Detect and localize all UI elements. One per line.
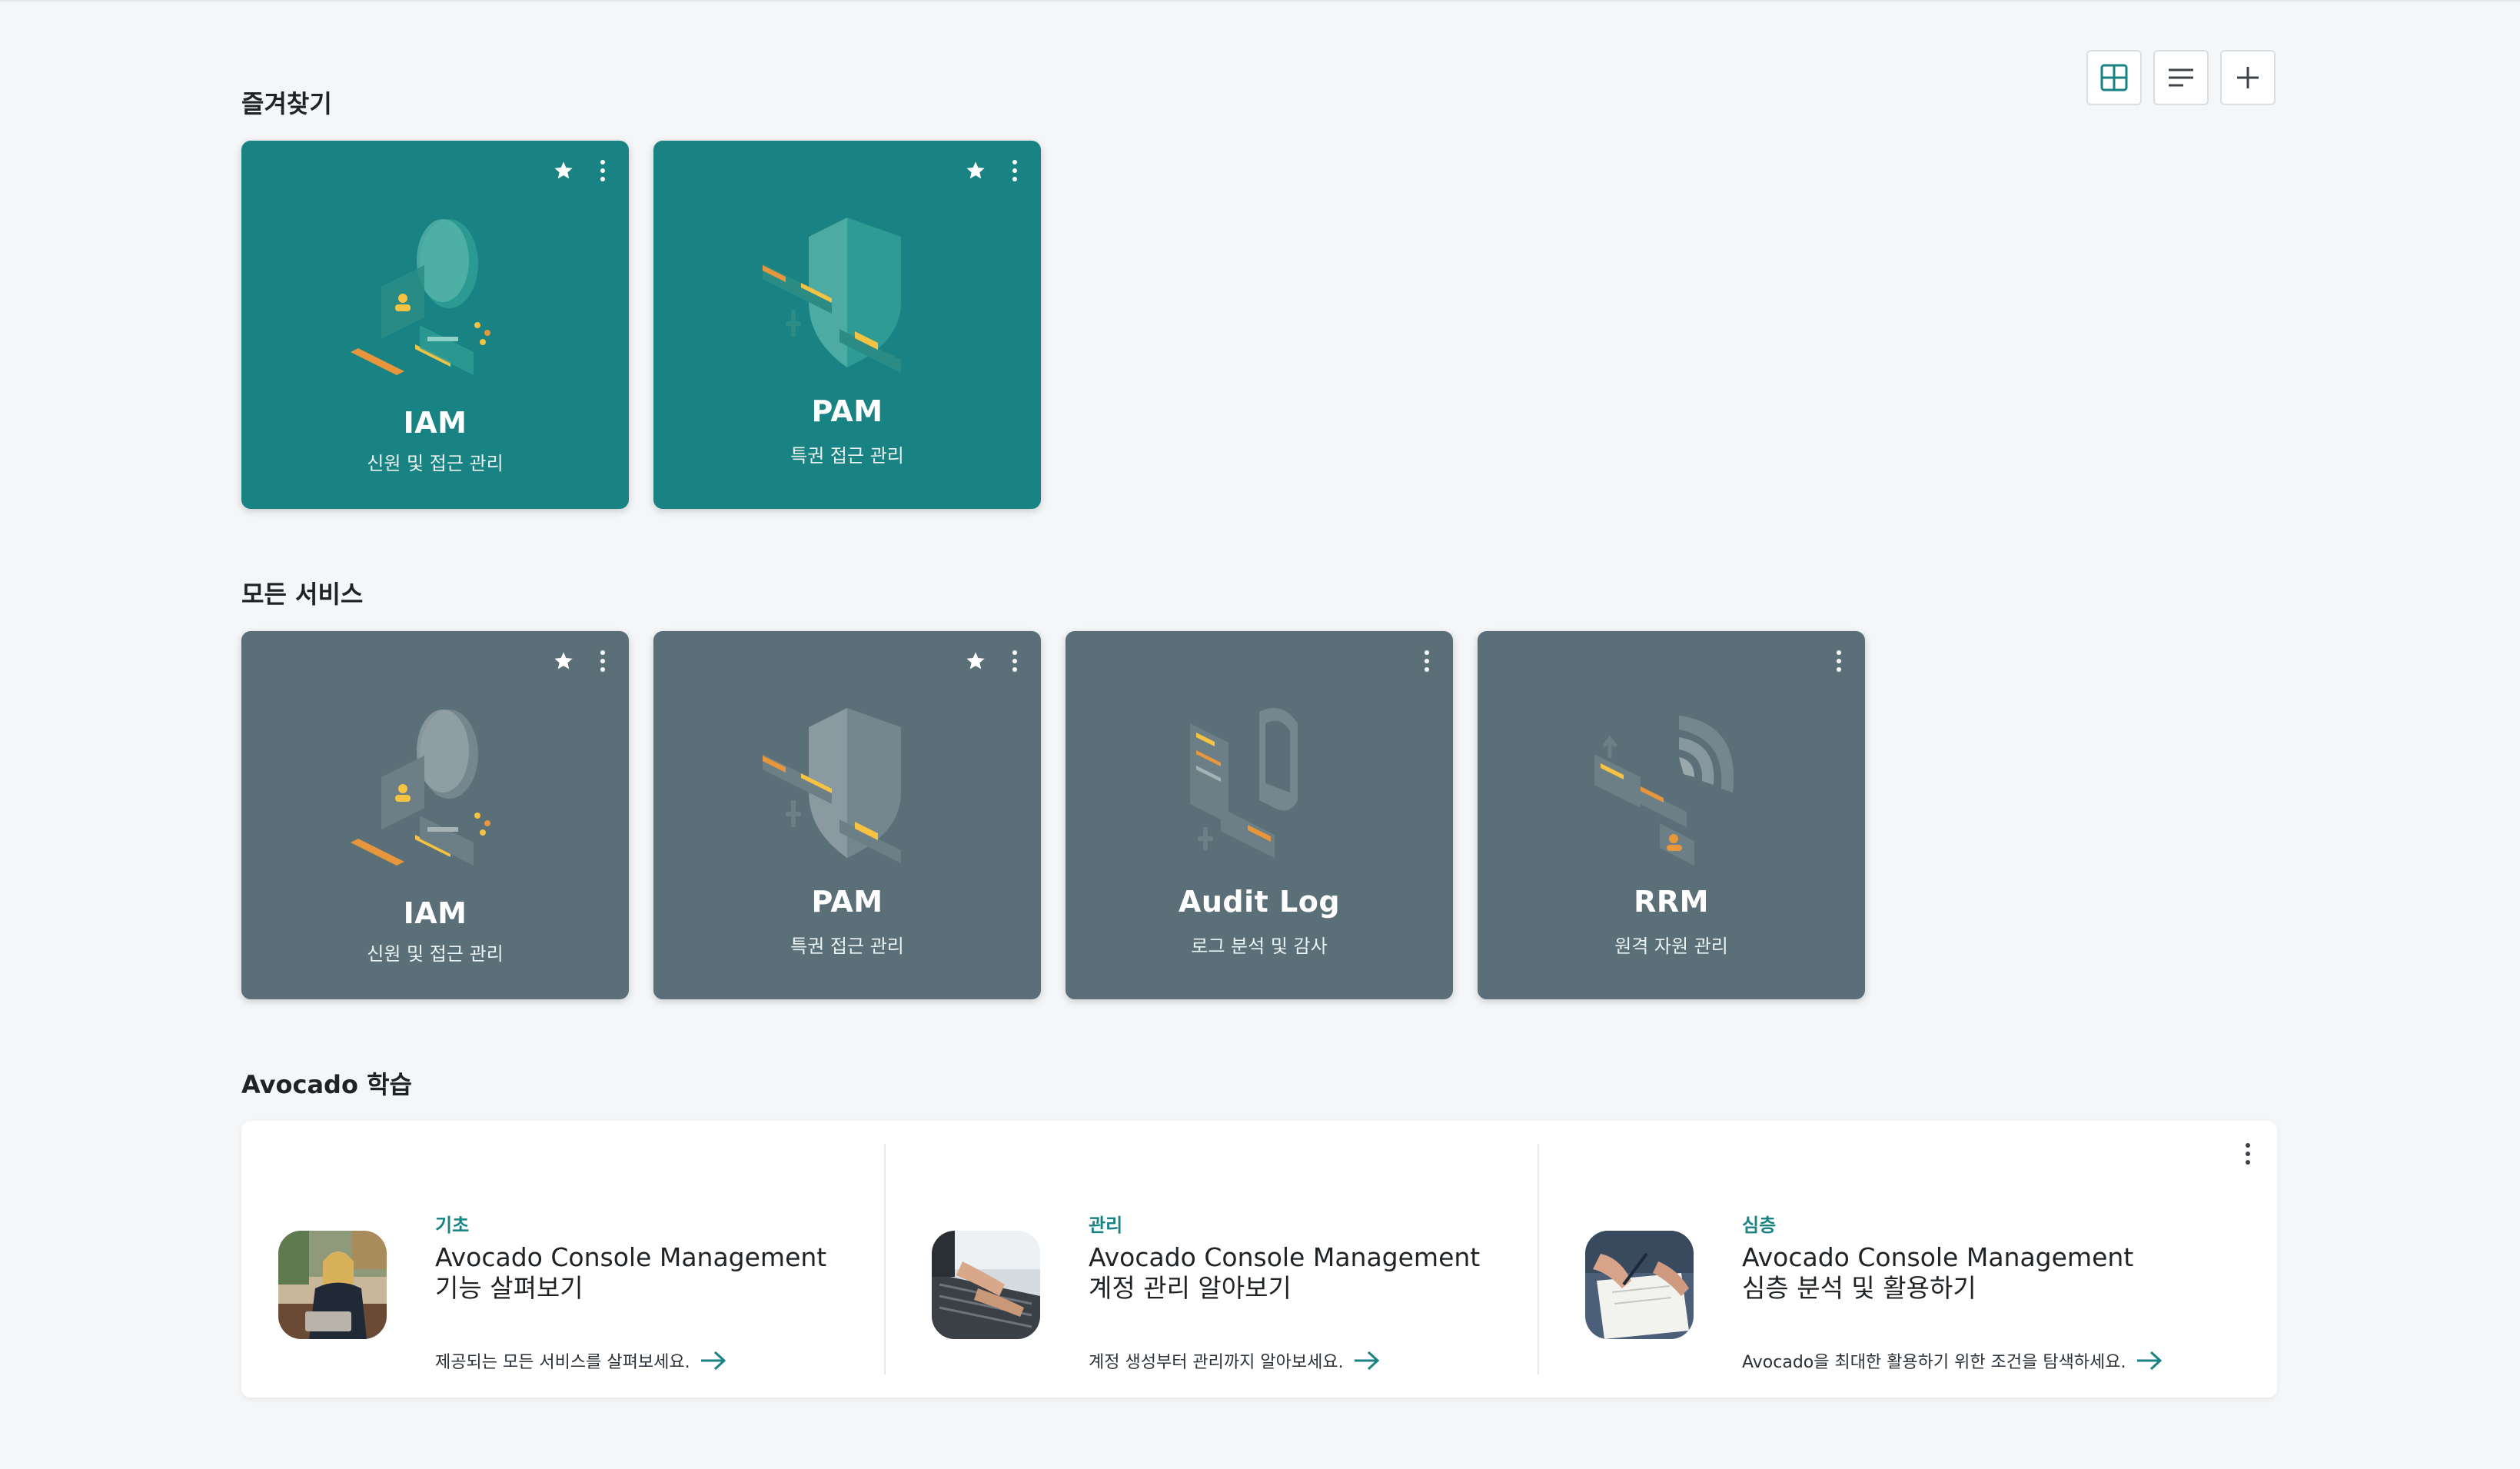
learning-title: Avocado 학습 [241,1070,412,1099]
star-icon[interactable] [964,650,987,673]
add-button[interactable] [2220,50,2276,105]
iam-illustration-icon [351,219,490,375]
learning-panel: 기초 Avocado Console Management 기능 살펴보기 제공… [241,1121,2277,1398]
card-name: RRM [1634,885,1709,919]
card-name: Audit Log [1178,885,1341,919]
more-vertical-icon[interactable] [1009,648,1021,674]
learning-item-management[interactable]: 관리 Avocado Console Management 계정 관리 알아보기… [895,1144,1538,1374]
learning-title-line1: Avocado Console Management [435,1242,827,1272]
card-actions [1833,648,1845,674]
woman-laptop-thumbnail [278,1231,387,1339]
top-border [0,0,2520,2]
card-name: PAM [811,394,883,428]
all-services-title: 모든 서비스 [241,580,364,609]
card-description: 신원 및 접근 관리 [367,453,504,474]
star-icon[interactable] [964,159,987,182]
card-name: IAM [403,406,467,440]
learning-description-text: 계정 생성부터 관리까지 알아보세요. [1089,1353,1344,1372]
card-name: PAM [811,885,883,919]
learning-divider [884,1144,886,1374]
learning-title-line2: 기능 살펴보기 [435,1273,583,1303]
card-name: IAM [403,896,467,930]
grid-icon [2100,64,2128,91]
learning-title-text: Avocado Console Management 심층 분석 및 활용하기 [1742,1242,2133,1304]
level-label: 관리 [1089,1215,1123,1236]
learning-divider [1538,1144,1539,1374]
level-label: 심층 [1742,1215,1777,1236]
favorite-card-iam[interactable]: IAM 신원 및 접근 관리 [241,141,629,509]
learning-title-text: Avocado Console Management 계정 관리 알아보기 [1089,1242,1480,1304]
level-label: 기초 [435,1215,470,1236]
grid-view-button[interactable] [2086,50,2142,105]
learning-item-advanced[interactable]: 심층 Avocado Console Management 심층 분석 및 활용… [1548,1144,2240,1374]
service-card-audit-log[interactable]: Audit Log 로그 분석 및 감사 [1066,631,1453,999]
learning-description[interactable]: 제공되는 모든 서비스를 살펴보세요. [435,1348,727,1373]
card-description: 원격 자원 관리 [1614,936,1728,957]
card-description: 신원 및 접근 관리 [367,943,504,965]
pam-illustration-icon [763,218,901,373]
card-actions [964,648,1021,674]
learning-title-line2: 심층 분석 및 활용하기 [1742,1273,1976,1303]
view-toolbar [2086,50,2276,105]
learning-description-text: 제공되는 모든 서비스를 살펴보세요. [435,1353,690,1372]
service-card-rrm[interactable]: RRM 원격 자원 관리 [1478,631,1865,999]
rrm-illustration-icon [1594,716,1734,866]
card-actions [552,648,609,674]
typing-keyboard-thumbnail [932,1231,1040,1339]
favorites-card-row: IAM 신원 및 접근 관리 PAM 특권 접근 관리 [241,141,1041,509]
learning-title-text: Avocado Console Management 기능 살펴보기 [435,1242,826,1304]
more-vertical-icon[interactable] [1009,158,1021,184]
learning-description-text: Avocado을 최대한 활용하기 위한 조건을 탐색하세요. [1742,1353,2126,1372]
learning-title-line1: Avocado Console Management [1742,1242,2134,1272]
pam-illustration-icon [763,708,901,863]
learning-description[interactable]: Avocado을 최대한 활용하기 위한 조건을 탐색하세요. [1742,1348,2163,1373]
service-card-iam[interactable]: IAM 신원 및 접근 관리 [241,631,629,999]
service-card-pam[interactable]: PAM 특권 접근 관리 [653,631,1041,999]
card-description: 특권 접근 관리 [790,445,904,467]
more-vertical-icon[interactable] [2242,1141,2254,1167]
learning-item-basic[interactable]: 기초 Avocado Console Management 기능 살펴보기 제공… [241,1144,884,1374]
learning-title-line1: Avocado Console Management [1089,1242,1481,1272]
card-description: 로그 분석 및 감사 [1191,936,1328,957]
arrow-right-icon [700,1351,726,1371]
more-vertical-icon[interactable] [1421,648,1433,674]
card-description: 특권 접근 관리 [790,936,904,957]
more-vertical-icon[interactable] [1833,648,1845,674]
learning-title-line2: 계정 관리 알아보기 [1089,1273,1292,1303]
arrow-right-icon [1354,1351,1379,1371]
more-vertical-icon[interactable] [597,648,609,674]
list-view-button[interactable] [2153,50,2209,105]
card-actions [964,158,1021,184]
writing-hand-thumbnail [1585,1231,1694,1339]
services-card-row: IAM 신원 및 접근 관리 PAM 특권 접근 관리 Audit Log 로그… [241,631,1865,999]
plus-icon [2237,67,2259,88]
card-actions [552,158,609,184]
favorites-title: 즐겨찾기 [241,89,332,118]
favorite-card-pam[interactable]: PAM 특권 접근 관리 [653,141,1041,509]
audit-log-illustration-icon [1190,708,1298,858]
star-icon[interactable] [552,650,575,673]
iam-illustration-icon [351,710,490,866]
card-actions [1421,648,1433,674]
more-vertical-icon[interactable] [597,158,609,184]
star-icon[interactable] [552,159,575,182]
learning-description[interactable]: 계정 생성부터 관리까지 알아보세요. [1089,1348,1381,1373]
arrow-right-icon [2136,1351,2162,1371]
list-icon [2169,68,2193,87]
